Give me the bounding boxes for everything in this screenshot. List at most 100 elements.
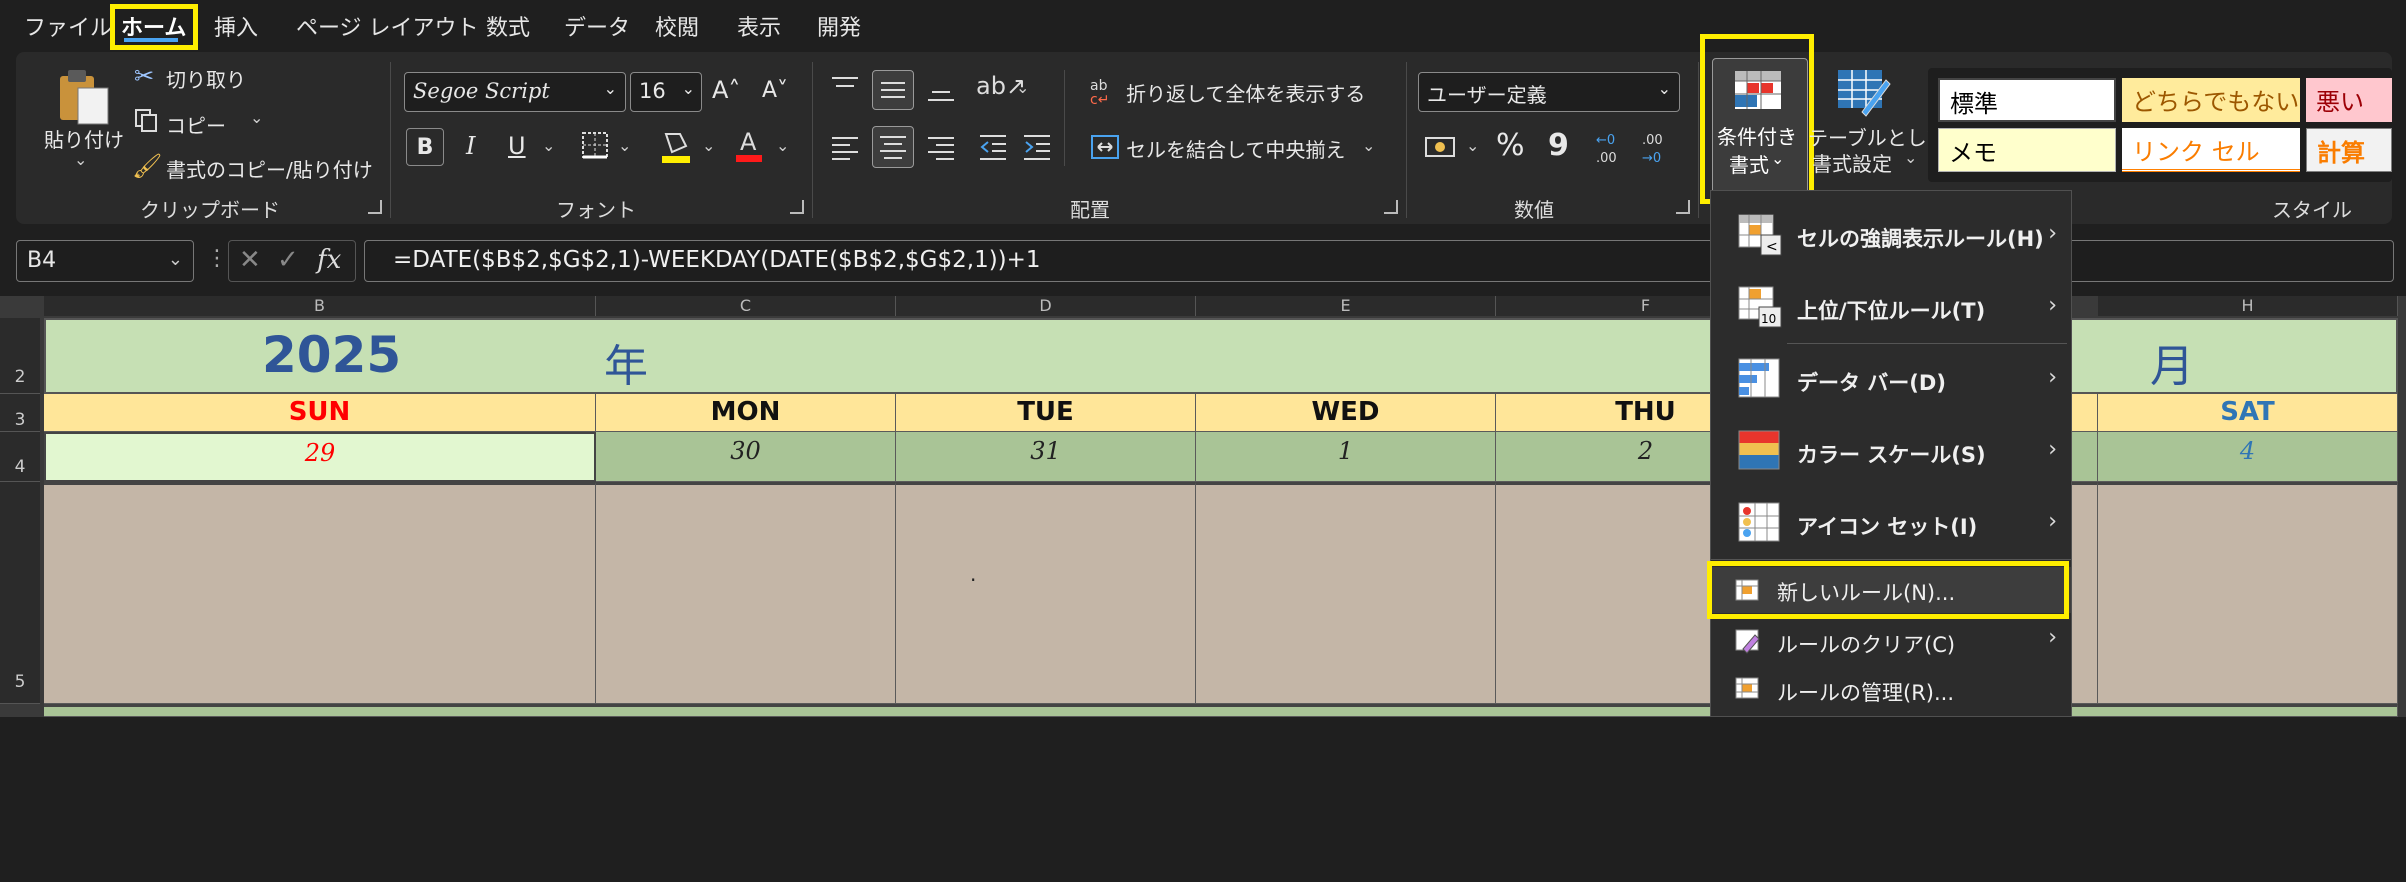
tab-formulas[interactable]: 数式 — [486, 10, 530, 42]
enter-icon[interactable]: ✓ — [277, 245, 299, 275]
tab-insert[interactable]: 挿入 — [214, 10, 258, 42]
underline-button[interactable]: U — [508, 132, 526, 160]
format-as-table-chevron-icon[interactable]: ⌄ — [1904, 148, 1917, 167]
row-header-5[interactable]: 5 — [0, 482, 40, 704]
align-left-icon[interactable] — [830, 132, 860, 166]
font-launcher-icon[interactable] — [790, 200, 804, 214]
row-header-2[interactable]: 2 — [0, 318, 40, 394]
accounting-format-icon[interactable] — [1424, 132, 1458, 166]
font-color-chevron-icon[interactable]: ⌄ — [776, 136, 789, 155]
top-align-icon[interactable] — [830, 74, 860, 104]
menu-label-highlight-cells-rules: セルの強調表示ルール(H) — [1797, 227, 2044, 251]
style-linked-cell[interactable]: リンク セル — [2122, 128, 2300, 172]
menu-item-color-scales[interactable]: カラー スケール(S) › — [1711, 423, 2071, 479]
body-cell-h5[interactable] — [2098, 482, 2398, 704]
menu-item-top-bottom-rules[interactable]: 10 上位/下位ルール(T) › — [1711, 279, 2071, 335]
body-cell-c5[interactable] — [596, 482, 896, 704]
body-cell-d5[interactable] — [896, 482, 1196, 704]
menu-item-data-bars[interactable]: データ バー(D) › — [1711, 351, 2071, 407]
date-cell-c4[interactable]: 30 — [596, 432, 896, 482]
tab-file[interactable]: ファイル — [24, 10, 112, 42]
alignment-launcher-icon[interactable] — [1384, 200, 1398, 214]
style-bad[interactable]: 悪い — [2306, 78, 2392, 122]
menu-item-clear-rules[interactable]: ルールのクリア(C) › — [1711, 619, 2071, 665]
wrap-text-button[interactable]: 折り返して全体を表示する — [1126, 78, 1365, 107]
row-header-4[interactable]: 4 — [0, 432, 40, 482]
decrease-decimal-icon[interactable]: .00 →0 — [1640, 128, 1674, 172]
more-options-icon[interactable]: ⋮ — [206, 246, 228, 271]
day-sun[interactable]: SUN — [44, 394, 596, 432]
percent-style-button[interactable]: % — [1496, 128, 1525, 163]
decrease-font-size-icon[interactable]: A˅ — [762, 78, 788, 103]
merge-center-chevron-icon[interactable]: ⌄ — [1362, 136, 1375, 155]
increase-font-size-icon[interactable]: A˄ — [712, 76, 740, 104]
style-neutral[interactable]: どちらでもない — [2122, 78, 2300, 122]
style-note[interactable]: メモ — [1938, 128, 2116, 172]
col-header-c[interactable]: C — [596, 296, 896, 316]
body-cell-e5[interactable] — [1196, 482, 1496, 704]
align-right-icon[interactable] — [926, 132, 956, 166]
day-mon[interactable]: MON — [596, 394, 896, 432]
orientation-chevron-icon[interactable]: ⌄ — [1016, 78, 1029, 97]
style-calculation[interactable]: 計算 — [2306, 128, 2392, 172]
date-cell-h4[interactable]: 4 — [2098, 432, 2398, 482]
insert-function-button[interactable]: fx — [317, 245, 341, 275]
clipboard-launcher-icon[interactable] — [368, 200, 382, 214]
format-as-table-label-2[interactable]: 書式設定 — [1812, 148, 1892, 177]
copy-button[interactable]: コピー — [166, 110, 226, 139]
align-center-icon[interactable] — [872, 126, 914, 168]
paste-button[interactable]: 貼り付け — [44, 124, 124, 153]
increase-indent-icon[interactable] — [1022, 132, 1052, 166]
tab-review[interactable]: 校閲 — [655, 10, 699, 42]
bottom-align-icon[interactable] — [926, 80, 956, 110]
date-cell-d4[interactable]: 31 — [896, 432, 1196, 482]
borders-icon[interactable] — [580, 130, 610, 164]
bold-button[interactable]: B — [406, 128, 444, 166]
day-wed[interactable]: WED — [1196, 394, 1496, 432]
cut-button[interactable]: 切り取り — [166, 64, 246, 93]
col-header-e[interactable]: E — [1196, 296, 1496, 316]
merge-center-button[interactable]: セルを結合して中央揃え — [1126, 134, 1345, 163]
paste-chevron-icon[interactable]: ⌄ — [74, 150, 87, 169]
tab-page-layout[interactable]: ページ レイアウト — [296, 10, 479, 42]
copy-chevron-icon[interactable]: ⌄ — [250, 108, 263, 127]
col-header-d[interactable]: D — [896, 296, 1196, 316]
comma-style-button[interactable]: 9 — [1548, 128, 1569, 163]
day-tue[interactable]: TUE — [896, 394, 1196, 432]
font-size-dropdown[interactable]: 16 ⌄ — [630, 72, 702, 112]
tab-data[interactable]: データ — [564, 10, 630, 42]
row-header-3[interactable]: 3 — [0, 394, 40, 432]
italic-button[interactable]: I — [466, 132, 475, 160]
font-name-dropdown[interactable]: Segoe Script ⌄ — [404, 72, 626, 112]
date-cell-e4[interactable]: 1 — [1196, 432, 1496, 482]
underline-chevron-icon[interactable]: ⌄ — [542, 136, 555, 155]
format-as-table-label-1[interactable]: テーブルとして — [1808, 122, 1946, 151]
body-cell-b5[interactable] — [44, 482, 596, 704]
format-painter-button[interactable]: 書式のコピー/貼り付け — [166, 154, 373, 183]
color-scales-icon — [1738, 430, 1780, 470]
formula-input[interactable]: =DATE($B$2,$G$2,1)-WEEKDAY(DATE($B$2,$G$… — [364, 240, 2394, 282]
tab-developer[interactable]: 開発 — [817, 10, 861, 42]
menu-item-manage-rules[interactable]: ルールの管理(R)... — [1711, 667, 2071, 713]
col-header-b[interactable]: B — [44, 296, 596, 316]
accounting-chevron-icon[interactable]: ⌄ — [1466, 136, 1479, 155]
menu-item-icon-sets[interactable]: アイコン セット(I) › — [1711, 495, 2071, 551]
tab-view[interactable]: 表示 — [737, 10, 781, 42]
decrease-indent-icon[interactable] — [978, 132, 1008, 166]
increase-decimal-icon[interactable]: ←0.00 — [1594, 128, 1628, 172]
col-header-h[interactable]: H — [2098, 296, 2398, 316]
fill-color-icon[interactable] — [660, 128, 692, 168]
day-sat[interactable]: SAT — [2098, 394, 2398, 432]
style-normal[interactable]: 標準 — [1938, 78, 2116, 122]
number-format-dropdown[interactable]: ユーザー定義 ⌄ — [1418, 72, 1680, 112]
name-box-value: B4 — [27, 248, 57, 273]
number-launcher-icon[interactable] — [1676, 200, 1690, 214]
middle-align-icon[interactable] — [872, 70, 914, 110]
name-box[interactable]: B4 ⌄ — [16, 240, 194, 282]
date-cell-b4[interactable]: 29 — [44, 432, 596, 482]
font-color-icon[interactable]: A — [734, 126, 764, 168]
borders-chevron-icon[interactable]: ⌄ — [618, 136, 631, 155]
fill-color-chevron-icon[interactable]: ⌄ — [702, 136, 715, 155]
cancel-icon[interactable]: ✕ — [239, 245, 261, 275]
menu-item-highlight-cells-rules[interactable]: < セルの強調表示ルール(H) › — [1711, 207, 2071, 263]
